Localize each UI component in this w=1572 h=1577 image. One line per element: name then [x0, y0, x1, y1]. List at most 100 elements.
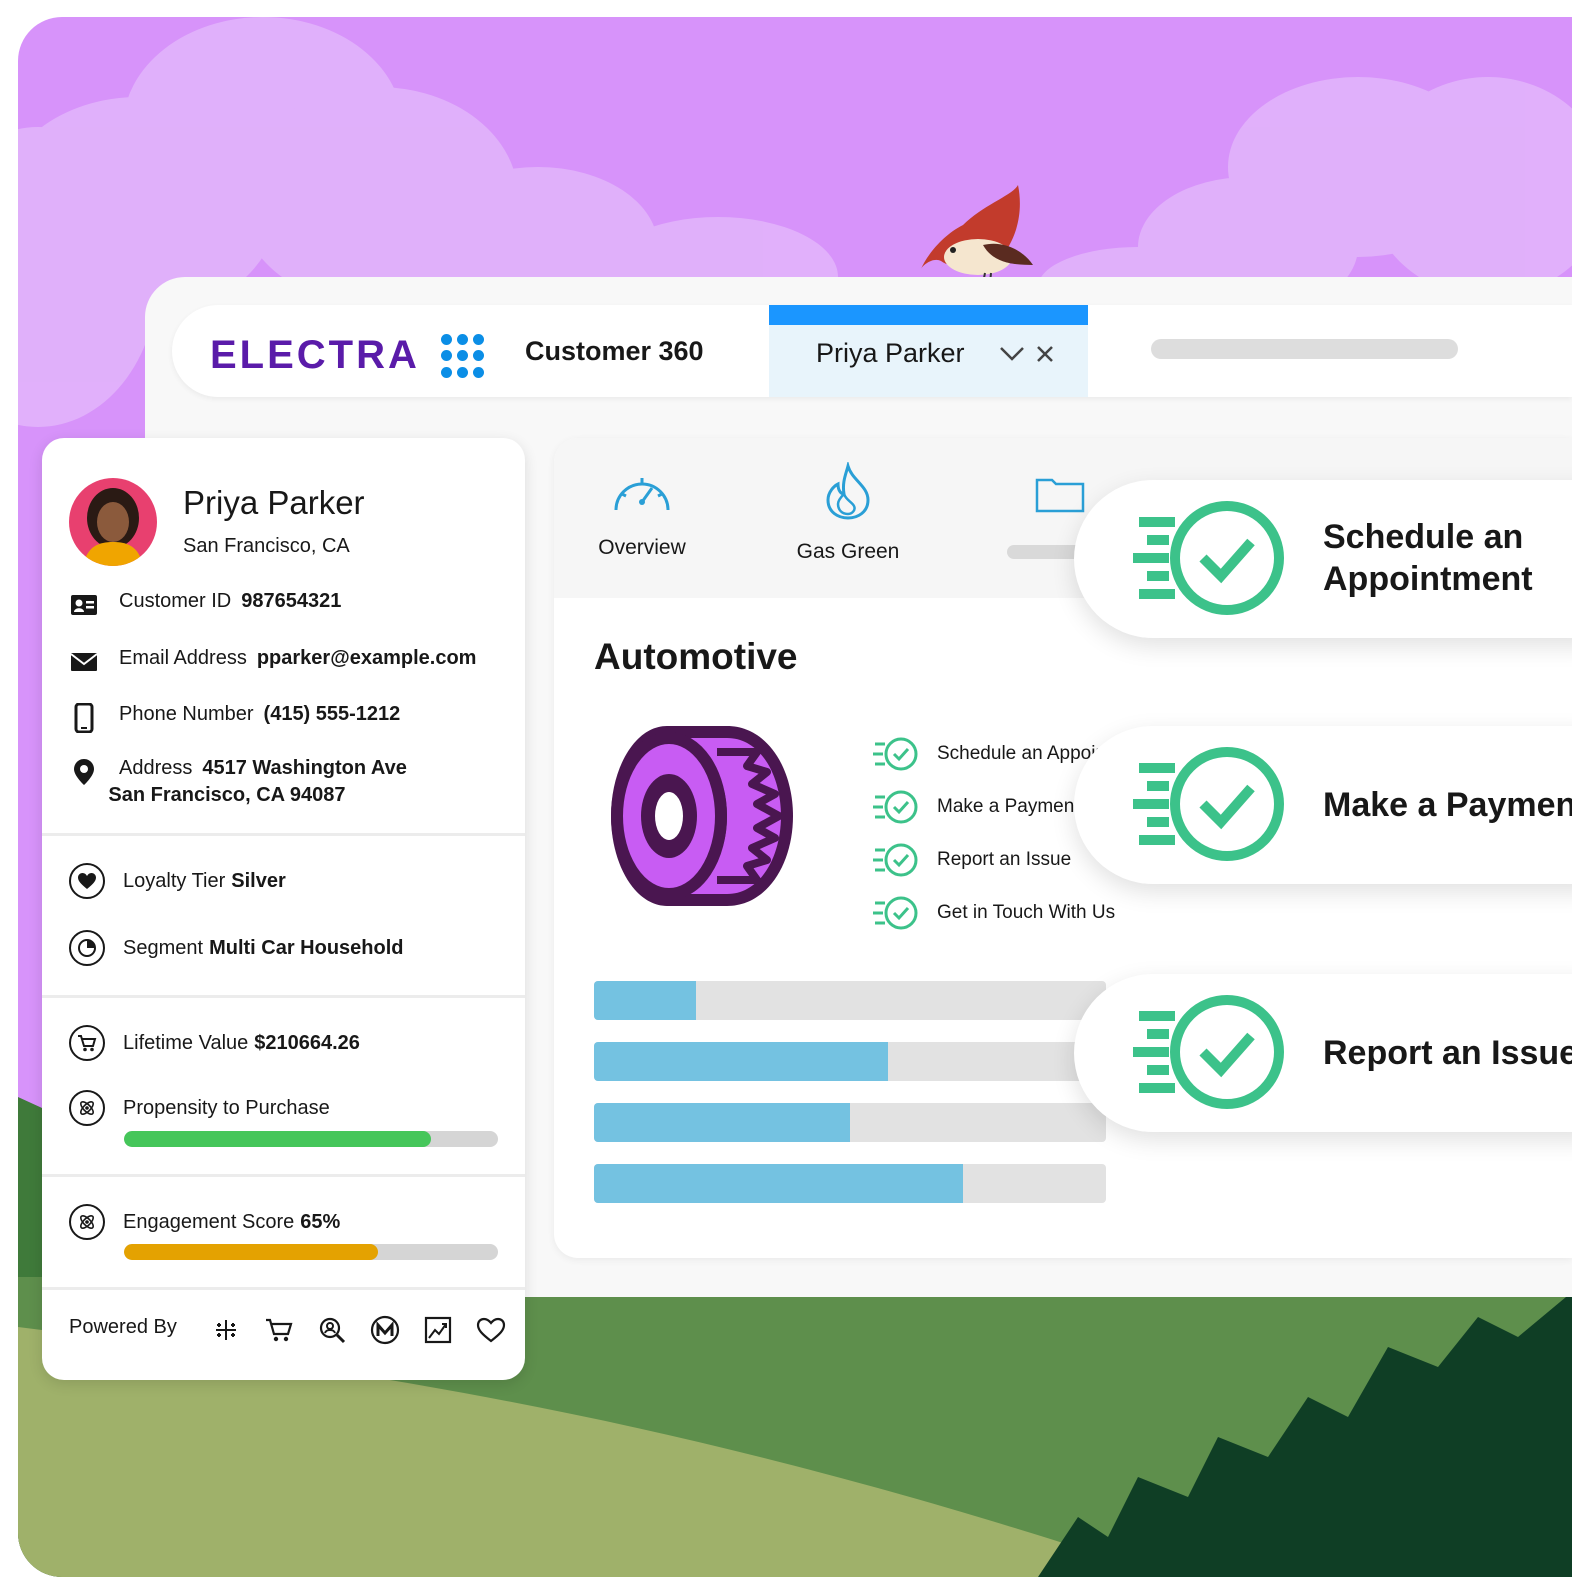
atom-icon [69, 1204, 105, 1240]
app-launcher-icon[interactable] [441, 334, 485, 378]
action-label: Make a Payment [937, 796, 1080, 817]
heart-icon [475, 1314, 506, 1345]
fast-check-icon [873, 843, 918, 877]
header-placeholder-bar [1151, 339, 1458, 359]
folder-icon [1035, 478, 1085, 513]
loyalty-row: Loyalty Tier Silver [69, 863, 286, 899]
customer-id-row: Customer ID 987654321 [69, 590, 341, 620]
pill-label: Make a Payment [1323, 786, 1572, 824]
fast-check-icon [1133, 747, 1284, 861]
section-title: Automotive [594, 636, 798, 677]
analytics-icon [422, 1314, 453, 1345]
email-label: Email Address [119, 647, 247, 669]
cart-icon [263, 1314, 294, 1345]
phone-value[interactable]: (415) 555-1212 [264, 703, 401, 726]
profile-location: San Francisco, CA [183, 535, 350, 557]
tableau-icon [210, 1314, 241, 1345]
profile-card: Priya Parker San Francisco, CA Customer … [42, 438, 525, 1380]
action-get-in-touch[interactable]: Get in Touch With Us [873, 895, 1143, 931]
lifetime-value-row: Lifetime Value $210664.26 [69, 1025, 360, 1061]
search-person-icon [316, 1314, 347, 1345]
engagement-value: 65% [300, 1210, 341, 1233]
subnav-gas-green[interactable]: Gas Green [793, 460, 903, 564]
pill-schedule-appointment[interactable]: Schedule an Appointment [1074, 480, 1572, 638]
action-label: Report an Issue [937, 849, 1072, 870]
engagement-label: Engagement Score [123, 1210, 295, 1233]
propensity-label: Propensity to Purchase [123, 1096, 330, 1119]
propensity-bar [124, 1131, 498, 1147]
address-label: Address [119, 757, 193, 779]
email-icon [69, 647, 99, 677]
pill-label: Schedule an Appointment [1323, 518, 1533, 598]
address-line2: San Francisco, CA 94087 [108, 784, 346, 806]
segment-label: Segment [123, 936, 204, 959]
loyalty-label: Loyalty Tier [123, 869, 226, 892]
fast-check-icon [873, 896, 918, 930]
address-row: Address 4517 Washington Ave San Francisc… [69, 757, 407, 807]
divider [42, 833, 525, 836]
progress-bar-fill [594, 981, 697, 1020]
avatar [69, 478, 157, 566]
phone-row: Phone Number (415) 555-1212 [69, 703, 400, 733]
flame-icon [826, 460, 870, 520]
engagement-bar-fill [124, 1244, 379, 1260]
subnav-gas-green-label: Gas Green [796, 540, 900, 563]
powered-by-icons [210, 1314, 506, 1345]
phone-icon [69, 703, 99, 733]
cart-icon [69, 1025, 105, 1061]
divider [42, 1174, 525, 1177]
profile-name: Priya Parker [183, 484, 365, 521]
customer-id-label: Customer ID [119, 590, 232, 612]
close-icon[interactable] [1036, 345, 1054, 363]
tab-active-indicator [769, 305, 1088, 325]
mulesoft-icon [369, 1314, 400, 1345]
customer-id-value: 987654321 [241, 590, 342, 612]
atom-icon [69, 1090, 105, 1126]
powered-by-label: Powered By [69, 1316, 177, 1338]
subnav-overview[interactable]: Overview [592, 468, 692, 560]
progress-bar [594, 1042, 1106, 1081]
progress-bar [594, 981, 1106, 1020]
address-line1: 4517 Washington Ave [202, 757, 407, 779]
speedometer-icon [614, 478, 670, 511]
subnav-folder[interactable] [1030, 474, 1090, 520]
progress-bar-fill [594, 1164, 963, 1203]
progress-bar-fill [594, 1103, 850, 1142]
heart-icon [69, 863, 105, 899]
phone-label: Phone Number [119, 703, 254, 725]
app-name: Customer 360 [525, 336, 704, 366]
location-pin-icon [69, 757, 99, 787]
lifetime-label: Lifetime Value [123, 1031, 249, 1054]
tab-label: Priya Parker [816, 338, 965, 368]
pill-label: Report an Issue [1323, 1034, 1572, 1072]
email-value[interactable]: pparker@example.com [257, 647, 477, 670]
fast-check-icon [1133, 501, 1284, 615]
id-card-icon [69, 590, 99, 620]
lifetime-value: $210664.26 [254, 1031, 360, 1054]
propensity-row: Propensity to Purchase [69, 1090, 330, 1126]
segment-value: Multi Car Household [209, 936, 404, 959]
fast-check-icon [873, 737, 918, 771]
progress-bar [594, 1164, 1106, 1203]
email-row: Email Address pparker@example.com [69, 647, 476, 677]
pill-report-issue[interactable]: Report an Issue [1074, 974, 1572, 1132]
loyalty-value: Silver [231, 869, 286, 892]
tab-priya-parker[interactable]: Priya Parker [769, 305, 1088, 397]
chevron-down-icon[interactable] [999, 345, 1025, 363]
engagement-bar [124, 1244, 498, 1260]
fast-check-icon [1133, 995, 1284, 1109]
progress-bar-fill [594, 1042, 889, 1081]
action-label: Get in Touch With Us [937, 902, 1116, 923]
pie-chart-icon [69, 930, 105, 966]
fast-check-icon [873, 790, 918, 824]
tire-icon [611, 726, 793, 906]
divider [42, 1287, 525, 1290]
subnav-overview-label: Overview [598, 536, 686, 559]
app-logo: ELECTRA [210, 333, 420, 377]
propensity-bar-fill [124, 1131, 431, 1147]
progress-bar [594, 1103, 1106, 1142]
pill-make-payment[interactable]: Make a Payment [1074, 726, 1572, 884]
divider [42, 995, 525, 998]
segment-row: Segment Multi Car Household [69, 930, 404, 966]
engagement-row: Engagement Score 65% [69, 1204, 340, 1240]
